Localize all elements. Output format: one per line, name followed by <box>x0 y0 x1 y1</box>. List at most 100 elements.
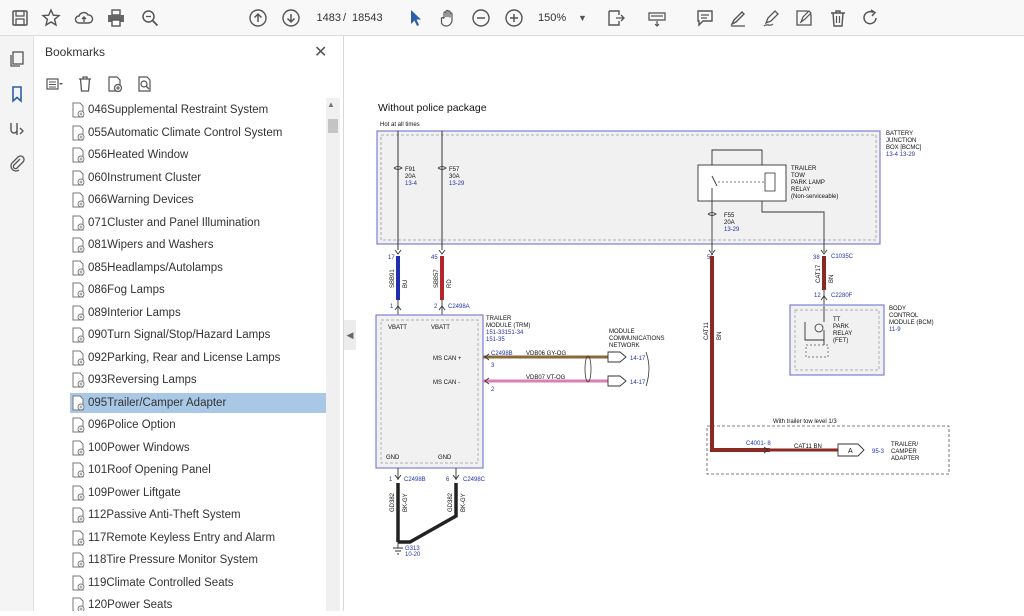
gnd-w1: GD382 <box>390 492 396 512</box>
page-down-icon[interactable] <box>279 6 303 30</box>
bcm-label-1: BODY <box>889 306 906 312</box>
bookmark-item[interactable]: 117Remote Keyless Entry and Alarm <box>70 528 326 548</box>
attachment-icon[interactable] <box>6 152 28 174</box>
bookmark-item[interactable]: 101Roof Opening Panel <box>70 460 326 480</box>
trm-vbatt-2: VBATT <box>431 325 450 331</box>
bookmark-label: 095Trailer/Camper Adapter <box>88 396 227 409</box>
scrollbar[interactable] <box>326 98 340 611</box>
bookmark-item[interactable]: 092Parking, Rear and License Lamps <box>70 348 326 368</box>
bookmark-page-icon <box>70 215 86 231</box>
scroll-up-arrow-icon[interactable]: ▲ <box>327 100 335 109</box>
bookmark-item[interactable]: 089Interior Lamps <box>70 303 326 323</box>
redo-icon[interactable] <box>859 6 883 30</box>
bookmark-icon[interactable] <box>6 83 28 105</box>
bookmark-label: 046Supplemental Restraint System <box>88 104 269 116</box>
ground-symbol <box>393 542 403 555</box>
bookmark-item[interactable]: 066Warning Devices <box>70 190 326 210</box>
bookmark-label: 086Fog Lamps <box>88 284 165 296</box>
adapter-label-1: TRAILER/ <box>891 442 918 448</box>
adapter-pin-a: A <box>848 448 853 455</box>
star-icon[interactable] <box>39 6 63 30</box>
keyboard-icon[interactable] <box>645 6 669 30</box>
bookmark-item[interactable]: 096Police Option <box>70 415 326 435</box>
save-icon[interactable] <box>8 6 32 30</box>
bookmark-page-icon <box>70 282 86 298</box>
bookmark-item[interactable]: 109Power Liftgate <box>70 483 326 503</box>
ref-1417-a: 14-17 <box>630 356 646 362</box>
bookmark-page-icon <box>70 327 86 343</box>
bookmark-page-icon <box>70 125 86 141</box>
f57-name: F57 <box>449 167 460 173</box>
page-separator: / <box>343 12 347 24</box>
bcm-relay-4: (FET) <box>833 338 848 344</box>
search-icon[interactable] <box>138 6 162 30</box>
bookmark-label: 055Automatic Climate Control System <box>88 126 283 139</box>
bookmark-item[interactable]: 120Power Seats <box>70 595 326 611</box>
bookmark-item[interactable]: 093Reversing Lamps <box>70 370 326 390</box>
new-bookmark-icon[interactable] <box>102 72 128 96</box>
select-cursor-icon[interactable] <box>404 6 428 30</box>
bookmark-item[interactable]: 046Supplemental Restraint System <box>70 100 326 120</box>
bookmark-page-icon <box>70 575 86 591</box>
draw-icon[interactable] <box>759 6 783 30</box>
bookmark-page-icon <box>70 440 86 456</box>
bookmark-item[interactable]: 056Heated Window <box>70 145 326 165</box>
bjb-connector-arrows <box>394 249 828 255</box>
bookmark-item[interactable]: 118Tire Pressure Monitor System <box>70 550 326 570</box>
page-fit-icon[interactable] <box>604 6 628 30</box>
bookmark-item[interactable]: 095Trailer/Camper Adapter <box>70 392 326 413</box>
bookmark-item[interactable]: 060Instrument Cluster <box>70 168 326 188</box>
highlight-pen-icon[interactable] <box>726 6 750 30</box>
adapter-label-3: ADAPTER <box>891 456 920 462</box>
f55-ref: 13-29 <box>724 227 740 233</box>
main-toolbar: 1483 / 18543 150% ▼ <box>0 0 1024 36</box>
wire-cat11 <box>710 256 770 452</box>
bookmark-item[interactable]: 090Turn Signal/Stop/Hazard Lamps <box>70 325 326 345</box>
document-view[interactable]: Without police package Hot at all times … <box>358 36 1024 611</box>
options-menu-icon[interactable] <box>42 72 68 96</box>
bookmark-item[interactable]: 081Wipers and Washers <box>70 235 326 255</box>
bookmark-label: 071Cluster and Panel Illumination <box>88 216 260 229</box>
mcn-bracket <box>645 351 650 387</box>
edit-text-icon[interactable] <box>792 6 816 30</box>
bookmark-item[interactable]: 085Headlamps/Autolamps <box>70 258 326 278</box>
signature-icon[interactable] <box>6 118 28 140</box>
bookmark-item[interactable]: 055Automatic Climate Control System <box>70 123 326 143</box>
w3-circuit: CAT11 <box>704 322 710 340</box>
zoom-out-icon[interactable] <box>469 6 493 30</box>
bookmark-item[interactable]: 086Fog Lamps <box>70 280 326 300</box>
hot-label: Hot at all times <box>380 122 420 128</box>
relay-label-2: TOW <box>791 173 805 179</box>
scrollbar-thumb[interactable] <box>328 119 338 133</box>
page-number-input[interactable]: 1483 <box>311 9 341 27</box>
c2280f-label: C2280F <box>831 293 853 299</box>
hand-tool-icon[interactable] <box>436 6 460 30</box>
chevron-down-icon[interactable]: ▼ <box>578 9 587 27</box>
c4001-label: C4001- 8 <box>746 441 771 447</box>
pages-icon[interactable] <box>6 48 28 70</box>
delete-icon[interactable] <box>826 6 850 30</box>
close-icon[interactable]: ✕ <box>314 42 327 62</box>
relay-label-3: PARK LAMP <box>791 180 825 186</box>
bcm-relay-1: TT <box>833 317 841 323</box>
pin-3: 3 <box>491 363 495 369</box>
trm-can-minus: MS CAN - <box>433 380 460 386</box>
zoom-in-icon[interactable] <box>502 6 526 30</box>
c1035c-label: C1035C <box>831 254 854 260</box>
bookmark-item[interactable]: 071Cluster and Panel Illumination <box>70 213 326 233</box>
collapse-panel-button[interactable]: ◀ <box>344 320 356 350</box>
bookmark-label: 117Remote Keyless Entry and Alarm <box>88 531 276 544</box>
bookmark-item[interactable]: 119Climate Controlled Seats <box>70 573 326 593</box>
bookmark-label: 096Police Option <box>88 419 176 431</box>
bookmark-label: 090Turn Signal/Stop/Hazard Lamps <box>88 329 271 341</box>
bookmark-item[interactable]: 100Power Windows <box>70 438 326 458</box>
bookmark-item[interactable]: 112Passive Anti-Theft System <box>70 505 326 525</box>
page-up-icon[interactable] <box>246 6 270 30</box>
print-icon[interactable] <box>104 6 128 30</box>
comment-icon[interactable] <box>693 6 717 30</box>
delete-bookmark-icon[interactable] <box>72 72 98 96</box>
diagram-heading: Without police package <box>378 102 487 114</box>
upload-cloud-icon[interactable] <box>72 6 96 30</box>
find-bookmark-icon[interactable] <box>132 72 158 96</box>
f57-ref: 13-29 <box>449 181 465 187</box>
